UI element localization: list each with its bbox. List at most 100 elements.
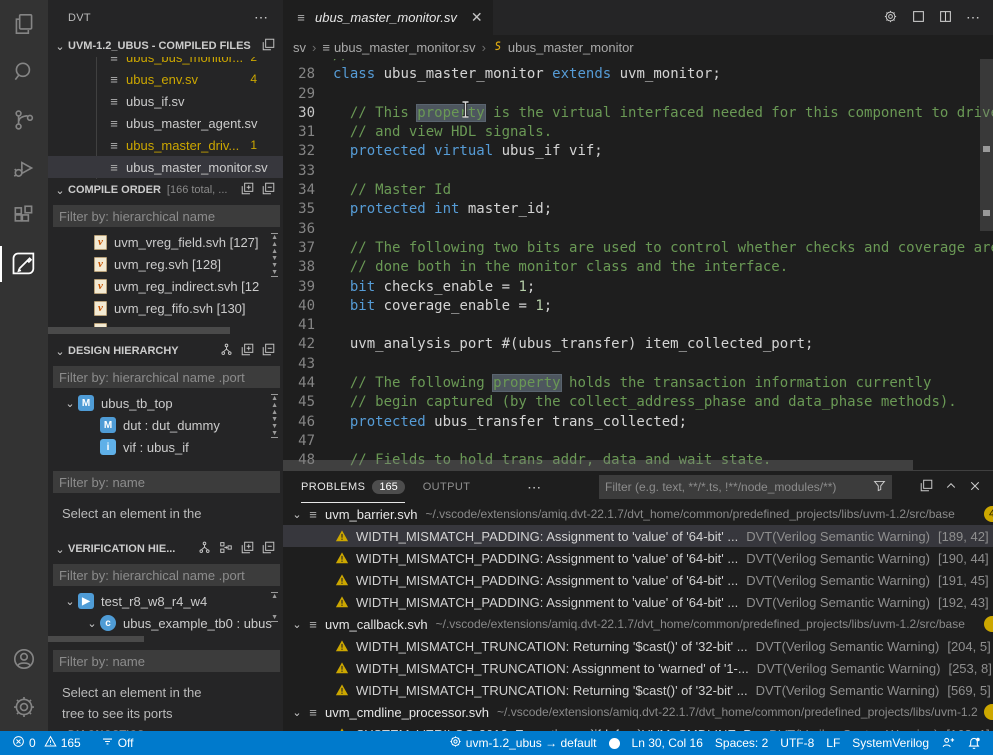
tab-problems[interactable]: PROBLEMS 165 [301,471,405,503]
section-compile-order[interactable]: ⌄ COMPILE ORDER [166 total, ... [48,179,283,201]
explorer-icon[interactable] [0,0,48,48]
code-line[interactable]: 30 // This property is the virtual inter… [283,104,993,123]
problem-item-row[interactable]: WIDTH_MISMATCH_PADDING: Assignment to 'v… [283,569,993,591]
code-line[interactable]: 46 protected ubus_transfer trans_collect… [283,413,993,432]
expand-all-icon[interactable] [241,541,254,557]
compiled-file-item[interactable]: ≡ ubus_env.sv 4 [48,68,283,90]
panel-more-tabs-icon[interactable]: ⋯ [527,479,542,496]
design-ports-filter-input[interactable] [53,471,280,493]
code-line[interactable]: 40 bit coverage_enable = 1; [283,297,993,316]
compiled-file-item[interactable]: ≡ ubus_if.sv [48,90,283,112]
problems-filter-input[interactable] [605,480,867,494]
tree-nav-arrows[interactable]: ▲▲▲▼▼▼ [271,233,278,277]
more-actions-icon[interactable]: ⋯ [966,9,981,26]
split-editor-icon[interactable] [939,10,952,26]
editor-vertical-scrollbar[interactable] [980,59,993,231]
tree-item[interactable]: ivif : ubus_if [48,436,283,458]
compile-order-hscrollbar[interactable] [48,327,230,334]
collapse-all-icon[interactable] [262,343,275,359]
funnel-icon[interactable] [873,479,886,495]
hierarchy-icon[interactable] [198,541,211,557]
gear-icon[interactable] [883,9,898,27]
problem-file-row[interactable]: ⌄ ≡ uvm_callback.svh ~/.vscode/extension… [283,613,993,635]
tree-item[interactable]: ⌄ ▶test_r8_w8_r4_w4 [48,590,283,612]
eol-sequence[interactable]: LF [820,736,846,750]
compiled-file-item[interactable]: ≡ ubus_master_driv... 1 [48,134,283,156]
collapse-all-icon[interactable] [262,541,275,557]
section-diagnostics[interactable]: › DIAGNOSTICS [48,724,283,731]
compiled-file-item[interactable]: ≡ ubus_master_monitor.sv [48,156,283,178]
compiled-file-item[interactable]: ≡ ubus_bus_monitor... 2 [48,57,283,68]
tab-ubus-master-monitor[interactable]: ≡ ubus_master_monitor.sv ✕ [283,0,493,35]
extensions-icon[interactable] [0,192,48,240]
problem-item-row[interactable]: WIDTH_MISMATCH_PADDING: Assignment to 'v… [283,591,993,613]
tree-item[interactable]: ⌄ cubus_example_tb0 : ubus [48,612,283,634]
feedback-icon[interactable] [935,736,961,750]
code-line[interactable]: 36 [283,220,993,239]
settings-gear-icon[interactable] [0,683,48,731]
maximize-panel-icon[interactable] [945,480,957,495]
expand-all-icon[interactable] [241,182,254,198]
run-debug-icon[interactable] [0,144,48,192]
design-hierarchy-filter-input[interactable] [53,366,280,388]
tree-item[interactable]: ⌄ Mubus_tb_top [48,392,283,414]
code-line[interactable]: 29 [283,85,993,104]
open-in-editor-icon[interactable] [920,479,933,495]
source-control-icon[interactable] [0,96,48,144]
problems-status[interactable]: 0 165 [6,735,87,751]
dvt-status-dot[interactable] [603,738,626,749]
compile-order-item[interactable]: v uvm_reg_fifo.svh [130] [48,297,283,319]
account-icon[interactable] [0,635,48,683]
code-line[interactable]: 43 [283,355,993,374]
indentation[interactable]: Spaces: 2 [709,736,774,750]
language-mode[interactable]: SystemVerilog [846,736,935,750]
section-design-hierarchy[interactable]: ⌄ DESIGN HIERARCHY [48,340,283,362]
code-line[interactable]: 39 bit checks_enable = 1; [283,278,993,297]
code-line[interactable]: 42 uvm_analysis_port #(ubus_transfer) it… [283,335,993,354]
compile-order-item[interactable]: v uvm_reg.svh [128] [48,253,283,275]
breadcrumb-symbol[interactable]: ubus_master_monitor [508,40,634,55]
code-line[interactable]: 45 // begin captured (by the collect_add… [283,393,993,412]
verification-hscrollbar[interactable] [48,636,144,642]
code-line[interactable]: 31 // and view HDL signals. [283,123,993,142]
close-icon[interactable]: ✕ [471,9,483,26]
problem-file-row[interactable]: ⌄ ≡ uvm_cmdline_processor.svh ~/.vscode/… [283,701,993,723]
search-icon[interactable] [0,48,48,96]
sidebar-more-icon[interactable]: ⋯ [254,9,269,26]
tree-nav-arrows[interactable]: ▲▼ [271,592,278,622]
compile-order-filter-input[interactable] [53,205,280,227]
code-line[interactable]: 47 [283,432,993,451]
code-line[interactable]: 38 // done both in the monitor class and… [283,258,993,277]
tree-item[interactable]: Mdut : dut_dummy [48,414,283,436]
compile-order-item[interactable]: v [48,319,283,327]
tree-nav-arrows[interactable]: ▲▲▲▼▼▼ [271,394,278,438]
verification-ports-filter-input[interactable] [53,650,280,672]
code-editor[interactable]: 27// 28class ubus_master_monitor extends… [283,59,993,470]
code-line[interactable]: 44 // The following property holds the t… [283,374,993,393]
factory-config-icon[interactable] [219,541,233,557]
code-line[interactable]: 34 // Master Id [283,181,993,200]
hierarchy-icon[interactable] [220,343,233,359]
dvt-icon[interactable] [0,240,48,288]
problem-item-row[interactable]: WIDTH_MISMATCH_TRUNCATION: Returning '$c… [283,635,993,657]
open-changes-icon[interactable] [912,10,925,26]
breadcrumb-folder[interactable]: sv [293,40,306,55]
problem-item-row[interactable]: WIDTH_MISMATCH_TRUNCATION: Returning '$c… [283,679,993,701]
collapse-all-icon[interactable] [262,182,275,198]
code-line[interactable]: 37 // The following two bits are used to… [283,239,993,258]
compile-order-item[interactable]: v uvm_reg_indirect.svh [12 [48,275,283,297]
editor-horizontal-scrollbar[interactable] [283,460,913,470]
code-line[interactable]: 33 [283,162,993,181]
problem-item-row[interactable]: WIDTH_MISMATCH_PADDING: Assignment to 'v… [283,547,993,569]
code-line[interactable]: 32 protected virtual ubus_if vif; [283,142,993,161]
section-compiled-files[interactable]: ⌄ UVM-1.2_UBUS - COMPILED FILES [48,35,283,57]
code-line[interactable]: 28class ubus_master_monitor extends uvm_… [283,65,993,84]
problem-file-row[interactable]: ⌄ ≡ uvm_barrier.svh ~/.vscode/extensions… [283,503,993,525]
open-new-window-icon[interactable] [262,38,275,54]
code-line[interactable]: 35 protected int master_id; [283,200,993,219]
dvt-project-status[interactable]: uvm-1.2_ubus → default [443,735,603,751]
section-verification-hierarchy[interactable]: ⌄ VERIFICATION HIE... [48,538,283,560]
expand-all-icon[interactable] [241,343,254,359]
problem-item-row[interactable]: WIDTH_MISMATCH_PADDING: Assignment to 'v… [283,525,993,547]
verification-filter-input[interactable] [53,564,280,586]
